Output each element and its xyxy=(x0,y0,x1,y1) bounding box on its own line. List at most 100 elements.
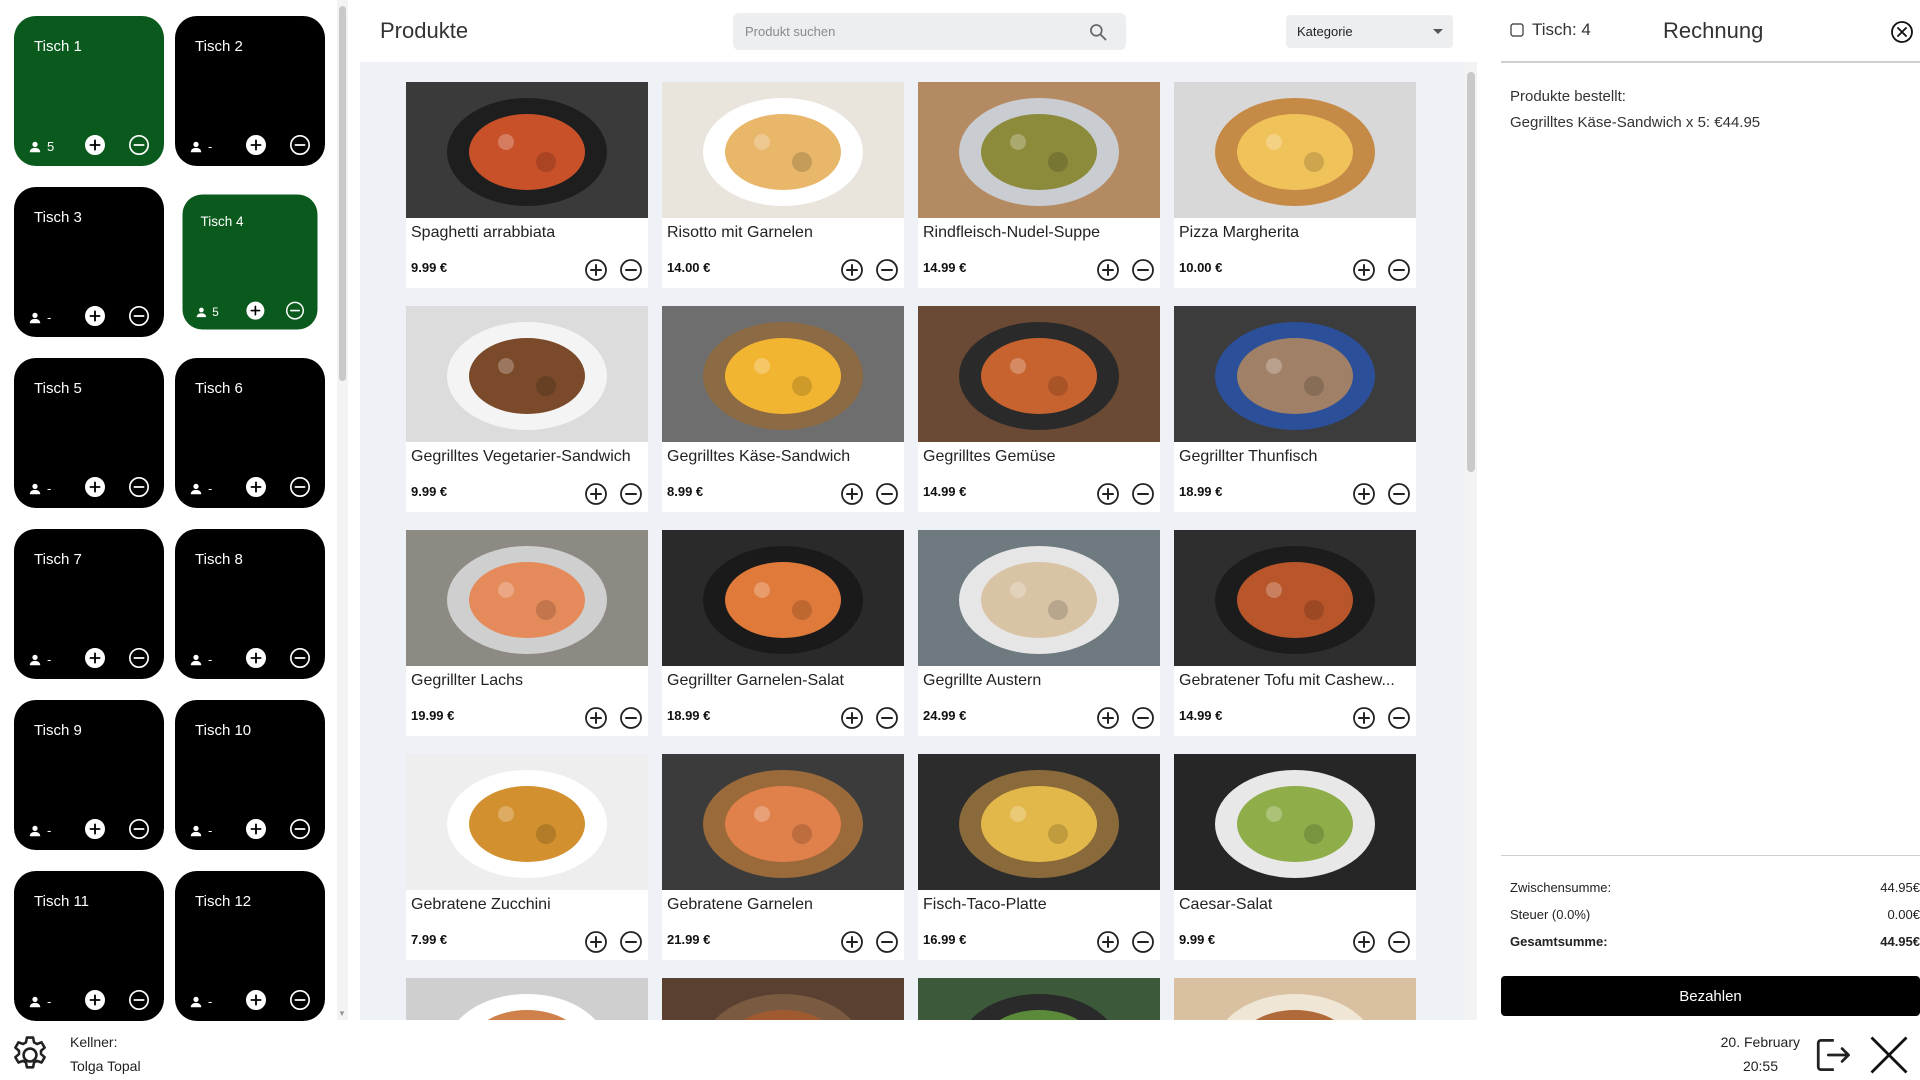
plus-circle-icon[interactable] xyxy=(1352,258,1376,282)
table-card[interactable]: Tisch 2 - xyxy=(175,16,325,166)
scroll-down-arrow-icon[interactable]: ▼ xyxy=(338,1009,346,1018)
table-card[interactable]: Tisch 4 5 xyxy=(182,194,318,330)
plus-circle-icon[interactable] xyxy=(245,134,267,156)
products-scrollbar[interactable] xyxy=(1465,62,1477,1020)
plus-circle-icon[interactable] xyxy=(1096,930,1120,954)
table-card[interactable]: Tisch 1 5 xyxy=(14,16,164,166)
pay-button[interactable]: Bezahlen xyxy=(1501,976,1920,1016)
table-card[interactable]: Tisch 8 - xyxy=(175,529,325,679)
minus-circle-icon[interactable] xyxy=(875,258,899,282)
table-card[interactable]: Tisch 6 - xyxy=(175,358,325,508)
tables-scrollbar-thumb[interactable] xyxy=(339,6,346,381)
product-card[interactable] xyxy=(1174,978,1416,1020)
products-scrollbar-thumb[interactable] xyxy=(1467,72,1475,472)
product-card[interactable]: Pizza Margherita 10.00 € xyxy=(1174,82,1416,288)
plus-circle-icon[interactable] xyxy=(584,258,608,282)
minus-circle-icon[interactable] xyxy=(1387,706,1411,730)
search-box[interactable] xyxy=(733,13,1126,50)
plus-circle-icon[interactable] xyxy=(840,482,864,506)
minus-circle-icon[interactable] xyxy=(289,989,311,1011)
minus-circle-icon[interactable] xyxy=(289,647,311,669)
logout-icon[interactable] xyxy=(1810,1033,1854,1077)
search-icon[interactable] xyxy=(1088,22,1108,42)
category-select[interactable]: Kategorie xyxy=(1286,15,1453,48)
table-card[interactable]: Tisch 10 - xyxy=(175,700,325,850)
product-card[interactable]: Gegrillter Lachs 19.99 € xyxy=(406,530,648,736)
product-card[interactable] xyxy=(918,978,1160,1020)
plus-circle-icon[interactable] xyxy=(840,706,864,730)
plus-circle-icon[interactable] xyxy=(245,647,267,669)
minus-circle-icon[interactable] xyxy=(1131,258,1155,282)
product-card[interactable]: Gegrilltes Vegetarier-Sandwich 9.99 € xyxy=(406,306,648,512)
minus-circle-icon[interactable] xyxy=(128,989,150,1011)
minus-circle-icon[interactable] xyxy=(289,818,311,840)
plus-circle-icon[interactable] xyxy=(584,930,608,954)
plus-circle-icon[interactable] xyxy=(84,989,106,1011)
product-card[interactable]: Gegrilltes Käse-Sandwich 8.99 € xyxy=(662,306,904,512)
plus-circle-icon[interactable] xyxy=(840,258,864,282)
product-card[interactable]: Gegrilltes Gemüse 14.99 € xyxy=(918,306,1160,512)
minus-circle-icon[interactable] xyxy=(1131,930,1155,954)
minus-circle-icon[interactable] xyxy=(128,305,150,327)
plus-circle-icon[interactable] xyxy=(245,989,267,1011)
minus-circle-icon[interactable] xyxy=(875,930,899,954)
product-card[interactable]: Gegrillter Garnelen-Salat 18.99 € xyxy=(662,530,904,736)
plus-circle-icon[interactable] xyxy=(1096,482,1120,506)
table-card[interactable]: Tisch 7 - xyxy=(14,529,164,679)
minus-circle-icon[interactable] xyxy=(289,476,311,498)
close-icon[interactable] xyxy=(1868,1034,1910,1076)
plus-circle-icon[interactable] xyxy=(84,134,106,156)
product-card[interactable]: Gebratener Tofu mit Cashew... 14.99 € xyxy=(1174,530,1416,736)
plus-circle-icon[interactable] xyxy=(840,930,864,954)
table-card[interactable]: Tisch 11 - xyxy=(14,871,164,1021)
product-card[interactable] xyxy=(406,978,648,1020)
product-card[interactable]: Spaghetti arrabbiata 9.99 € xyxy=(406,82,648,288)
table-card[interactable]: Tisch 5 - xyxy=(14,358,164,508)
plus-circle-icon[interactable] xyxy=(84,818,106,840)
plus-circle-icon[interactable] xyxy=(84,476,106,498)
product-card[interactable]: Gegrillte Austern 24.99 € xyxy=(918,530,1160,736)
product-card[interactable]: Gebratene Zucchini 7.99 € xyxy=(406,754,648,960)
minus-circle-icon[interactable] xyxy=(619,930,643,954)
gear-icon[interactable] xyxy=(8,1033,52,1077)
minus-circle-icon[interactable] xyxy=(1131,706,1155,730)
minus-circle-icon[interactable] xyxy=(128,647,150,669)
product-card[interactable]: Gebratene Garnelen 21.99 € xyxy=(662,754,904,960)
minus-circle-icon[interactable] xyxy=(1387,258,1411,282)
minus-circle-icon[interactable] xyxy=(289,134,311,156)
plus-circle-icon[interactable] xyxy=(245,476,267,498)
product-card[interactable] xyxy=(662,978,904,1020)
tables-scrollbar[interactable]: ▼ xyxy=(337,0,348,1020)
minus-circle-icon[interactable] xyxy=(1131,482,1155,506)
plus-circle-icon[interactable] xyxy=(584,706,608,730)
table-card[interactable]: Tisch 12 - xyxy=(175,871,325,1021)
plus-circle-icon[interactable] xyxy=(245,818,267,840)
product-card[interactable]: Risotto mit Garnelen 14.00 € xyxy=(662,82,904,288)
table-card[interactable]: Tisch 3 - xyxy=(14,187,164,337)
table-card[interactable]: Tisch 9 - xyxy=(14,700,164,850)
plus-circle-icon[interactable] xyxy=(1352,706,1376,730)
plus-circle-icon[interactable] xyxy=(84,305,106,327)
plus-circle-icon[interactable] xyxy=(1096,706,1120,730)
minus-circle-icon[interactable] xyxy=(619,482,643,506)
product-card[interactable]: Fisch-Taco-Platte 16.99 € xyxy=(918,754,1160,960)
minus-circle-icon[interactable] xyxy=(875,482,899,506)
minus-circle-icon[interactable] xyxy=(875,706,899,730)
minus-circle-icon[interactable] xyxy=(619,706,643,730)
search-input[interactable] xyxy=(733,13,1073,50)
minus-circle-icon[interactable] xyxy=(128,134,150,156)
minus-circle-icon[interactable] xyxy=(1387,930,1411,954)
minus-circle-icon[interactable] xyxy=(285,301,305,321)
product-card[interactable]: Rindfleisch-Nudel-Suppe 14.99 € xyxy=(918,82,1160,288)
plus-circle-icon[interactable] xyxy=(84,647,106,669)
product-card[interactable]: Gegrillter Thunfisch 18.99 € xyxy=(1174,306,1416,512)
plus-circle-icon[interactable] xyxy=(1352,482,1376,506)
plus-circle-icon[interactable] xyxy=(1096,258,1120,282)
minus-circle-icon[interactable] xyxy=(619,258,643,282)
circle-x-icon[interactable] xyxy=(1890,20,1914,44)
plus-circle-icon[interactable] xyxy=(1352,930,1376,954)
minus-circle-icon[interactable] xyxy=(1387,482,1411,506)
minus-circle-icon[interactable] xyxy=(128,476,150,498)
plus-circle-icon[interactable] xyxy=(246,301,266,321)
product-card[interactable]: Caesar-Salat 9.99 € xyxy=(1174,754,1416,960)
